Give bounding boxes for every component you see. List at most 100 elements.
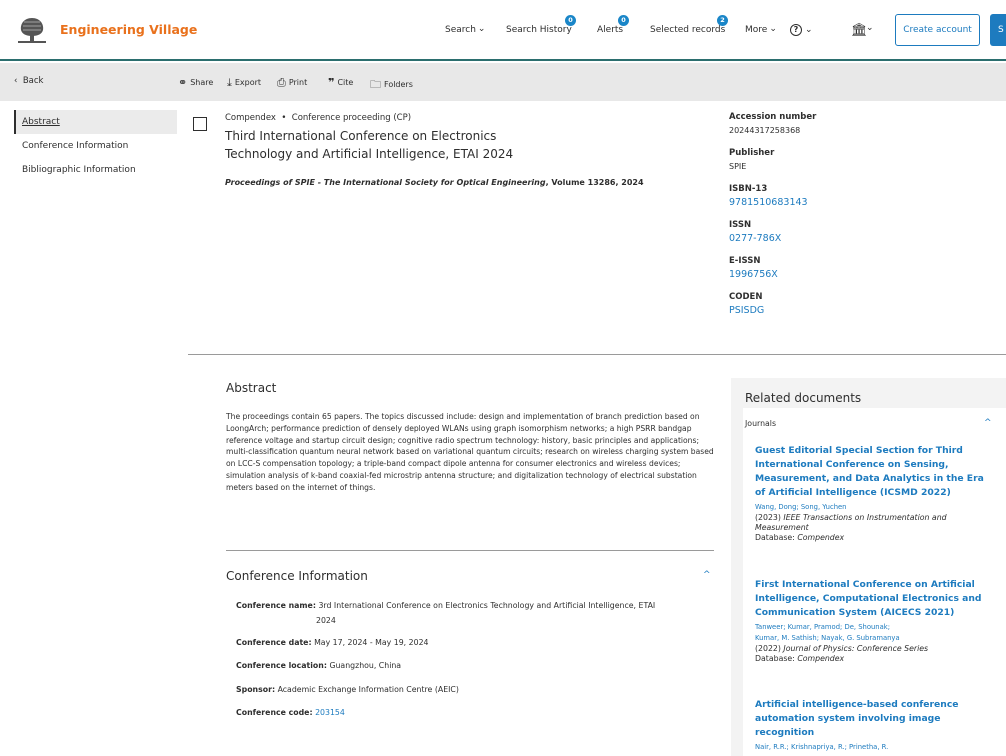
nav-selected-records-label: Selected records: [650, 25, 726, 35]
printer-icon: ⎙: [277, 76, 286, 89]
nav-alerts[interactable]: Alerts: [597, 25, 623, 35]
conference-location-value: Guangzhou, China: [329, 661, 402, 670]
conference-name-value: 3rd International Conference on Electron…: [318, 601, 656, 610]
related-doc-journal: Journal of Physics: Conference Series: [783, 644, 929, 653]
related-doc-title[interactable]: First International Conference on Artifi…: [755, 578, 995, 620]
nav-search-history[interactable]: Search History: [506, 25, 572, 35]
folders-button[interactable]: 🗀 Folders: [370, 76, 413, 95]
chevron-down-icon[interactable]: ⌄: [866, 23, 874, 33]
export-button[interactable]: ⤓ Export: [227, 76, 261, 90]
section-nav: Abstract Conference Information Bibliogr…: [14, 110, 177, 182]
issn-link[interactable]: 0277-786X: [729, 233, 989, 244]
share-label: Share: [190, 78, 214, 87]
back-button[interactable]: ‹ Back: [14, 76, 43, 86]
print-label: Print: [288, 78, 308, 87]
select-record-checkbox[interactable]: [193, 117, 207, 131]
sponsor-row: Sponsor: Academic Exchange Information C…: [236, 682, 459, 697]
related-doc-title[interactable]: Artificial intelligence-based conference…: [755, 698, 995, 740]
related-doc-journal: IEEE Transactions on Instrumentation and…: [755, 513, 947, 532]
related-doc-db-label: Database:: [755, 533, 798, 542]
elsevier-logo-icon[interactable]: [14, 14, 50, 46]
sponsor-value: Academic Exchange Information Centre (AE…: [277, 685, 459, 694]
export-label: Export: [234, 78, 262, 87]
share-button[interactable]: ⚭ Share: [178, 76, 213, 89]
conference-heading: Conference Information: [226, 569, 368, 583]
conference-code-label: Conference code:: [236, 708, 313, 717]
doc-type-label: Conference proceeding (CP): [291, 113, 412, 123]
print-button[interactable]: ⎙ Print: [277, 76, 307, 90]
abstract-text: The proceedings contain 65 papers. The t…: [226, 412, 714, 492]
related-doc-authors[interactable]: Nair, R.R.; Krishnapriya, R.; Prinetha, …: [755, 742, 995, 753]
conference-date-label: Conference date:: [236, 638, 312, 647]
related-doc-db: Database: Compendex: [755, 533, 995, 543]
help-icon[interactable]: ?: [790, 24, 802, 36]
chevron-left-icon: ‹: [14, 76, 18, 86]
sidebar-item-bibliographic-information[interactable]: Bibliographic Information: [14, 158, 177, 182]
folder-add-icon: 🗀: [370, 78, 381, 91]
chevron-down-icon: ⌄: [769, 24, 777, 34]
sidebar-item-conference-information[interactable]: Conference Information: [14, 134, 177, 158]
issn-label: ISSN: [729, 220, 752, 230]
sidebar-item-abstract[interactable]: Abstract: [14, 110, 177, 134]
divider: [226, 550, 714, 551]
accession-label: Accession number: [729, 112, 817, 122]
top-header: Engineering Village Search ⌄ Search Histo…: [0, 0, 1006, 61]
related-documents-panel: Related documents Journals ^ Guest Edito…: [731, 378, 1006, 756]
share-icon: ⚭: [178, 76, 188, 89]
create-account-button[interactable]: Create account: [895, 14, 980, 46]
chevron-down-icon: ⌄: [477, 24, 486, 34]
tab-journals[interactable]: Journals: [745, 419, 776, 428]
nav-search[interactable]: Search ⌄: [445, 24, 486, 35]
related-list: Journals ^ Guest Editorial Special Secti…: [743, 408, 1006, 756]
conference-name-cont: 2024: [316, 616, 336, 625]
eissn-label: E-ISSN: [729, 256, 761, 266]
eissn-link[interactable]: 1996756X: [729, 269, 989, 280]
abstract-heading: Abstract: [226, 381, 277, 395]
coden-link[interactable]: PSISDG: [729, 305, 989, 316]
accession-value: 20244317258368: [729, 126, 801, 135]
isbn-label: ISBN-13: [729, 184, 768, 194]
record-source: Proceedings of SPIE - The International …: [225, 178, 644, 187]
source-volume: , Volume 13286, 2024: [545, 178, 644, 187]
related-doc-db-label: Database:: [755, 654, 798, 663]
related-doc-db-value: Compendex: [797, 654, 845, 663]
folders-label: Folders: [384, 80, 413, 89]
related-doc-authors[interactable]: Tanweer; Kumar, Pramod; De, Shounak;: [755, 622, 995, 633]
related-doc-year: (2022): [755, 644, 784, 653]
chevron-up-icon[interactable]: ^: [984, 418, 992, 428]
divider: [188, 354, 1006, 355]
record-meta: Compendex • Conference proceeding (CP): [225, 113, 412, 123]
conference-location-row: Conference location: Guangzhou, China: [236, 658, 401, 673]
sign-in-button[interactable]: S: [990, 14, 1006, 46]
related-doc-source: (2023) IEEE Transactions on Instrumentat…: [755, 513, 995, 533]
sponsor-label: Sponsor:: [236, 685, 276, 694]
chevron-up-icon[interactable]: ^: [703, 570, 711, 580]
selected-records-badge: 2: [717, 15, 728, 26]
back-label: Back: [22, 76, 44, 86]
related-doc-authors[interactable]: Wang, Dong; Song, Yuchen: [755, 502, 995, 513]
publisher-label: Publisher: [729, 148, 775, 158]
nav-search-history-label: Search History: [506, 25, 572, 35]
list-item: Guest Editorial Special Section for Thir…: [755, 444, 995, 543]
publisher-value: SPIE: [729, 162, 747, 171]
brand-name[interactable]: Engineering Village: [60, 22, 197, 37]
nav-alerts-label: Alerts: [597, 25, 624, 35]
conference-code-link[interactable]: 203154: [315, 708, 345, 717]
record-title: Third International Conference on Electr…: [225, 129, 514, 161]
nav-selected-records[interactable]: Selected records: [650, 25, 725, 35]
conference-name-row: Conference name: 3rd International Confe…: [236, 598, 655, 613]
chevron-down-icon[interactable]: ⌄: [805, 25, 813, 35]
related-doc-authors-cont[interactable]: Kumar, M. Sathish; Nayak, G. Subramanya: [755, 633, 995, 644]
coden-label: CODEN: [729, 292, 763, 302]
nav-search-label: Search: [445, 25, 476, 35]
conference-date-row: Conference date: May 17, 2024 - May 19, …: [236, 635, 429, 650]
conference-name-label: Conference name:: [236, 601, 316, 610]
list-item: Artificial intelligence-based conference…: [755, 698, 995, 753]
related-doc-title[interactable]: Guest Editorial Special Section for Thir…: [755, 444, 995, 500]
list-item: First International Conference on Artifi…: [755, 578, 995, 664]
download-icon: ⤓: [227, 76, 232, 89]
cite-button[interactable]: ❞ Cite: [328, 76, 353, 89]
database-label: Compendex: [225, 113, 276, 123]
nav-more[interactable]: More ⌄: [745, 24, 777, 35]
isbn-link[interactable]: 9781510683143: [729, 197, 989, 208]
